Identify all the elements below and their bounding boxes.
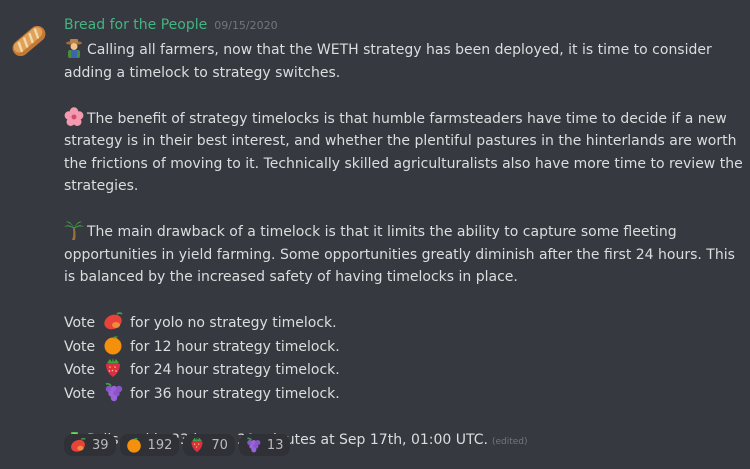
reaction-count: 192 — [147, 437, 173, 453]
paragraph-benefit: The benefit of strategy timelocks is tha… — [64, 106, 744, 198]
paragraph-intro: Calling all farmers, now that the WETH s… — [64, 38, 744, 84]
vote-line-grapes: Vote for 36 hour strategy timelock. — [64, 382, 744, 406]
vote-line-strawberry: Vote for 24 hour strategy timelock. — [64, 358, 744, 382]
paragraph-drawback-text: The main drawback of a timelock is that … — [64, 224, 735, 285]
reactions-bar: 39 192 70 13 — [64, 434, 291, 456]
paragraph-intro-text: Calling all farmers, now that the WETH s… — [64, 42, 712, 81]
vote-prefix: Vote — [64, 338, 96, 355]
vote-line-orange: Vote for 12 hour strategy timelock. — [64, 335, 744, 359]
reaction-count: 13 — [266, 437, 284, 453]
reaction-grapes[interactable]: 13 — [238, 434, 291, 456]
vote-text: for 36 hour strategy timelock. — [130, 385, 340, 402]
reaction-mango[interactable]: 39 — [64, 434, 116, 456]
paragraph-benefit-text: The benefit of strategy timelocks is tha… — [64, 110, 743, 195]
mango-icon — [71, 437, 86, 452]
vote-list: Vote for yolo no strategy timelock. Vote… — [64, 311, 744, 405]
message-body: Calling all farmers, now that the WETH s… — [64, 38, 744, 453]
orange-icon — [126, 437, 141, 453]
vote-prefix: Vote — [64, 385, 96, 402]
strawberry-icon — [105, 358, 120, 377]
farmer-icon — [66, 39, 82, 58]
grapes-icon — [105, 382, 122, 401]
paragraph-drawback: The main drawback of a timelock is that … — [64, 220, 744, 289]
reaction-strawberry[interactable]: 70 — [183, 434, 235, 456]
edited-label: (edited) — [491, 436, 528, 447]
username[interactable]: Bread for the People — [64, 17, 207, 33]
mango-icon — [103, 312, 123, 330]
vote-prefix: Vote — [64, 315, 96, 331]
orange-icon — [104, 335, 122, 354]
vote-text: for yolo no strategy timelock. — [130, 315, 337, 331]
vote-text: for 12 hour strategy timelock. — [130, 338, 340, 355]
reaction-count: 70 — [211, 437, 228, 453]
timestamp[interactable]: 09/15/2020 — [214, 19, 277, 32]
grapes-icon — [247, 437, 261, 453]
reaction-orange[interactable]: 192 — [119, 434, 180, 456]
vote-prefix: Vote — [64, 362, 96, 378]
chat-message: Bread for the People 09/15/2020 Calling … — [0, 0, 750, 469]
palm-tree-icon — [64, 221, 84, 240]
bread-avatar[interactable] — [8, 20, 50, 62]
message-header: Bread for the People 09/15/2020 — [64, 17, 278, 37]
vote-text: for 24 hour strategy timelock. — [130, 362, 340, 378]
reaction-count: 39 — [92, 437, 109, 453]
strawberry-icon — [191, 437, 203, 453]
hibiscus-icon — [64, 106, 84, 126]
vote-line-mango: Vote for yolo no strategy timelock. — [64, 311, 744, 335]
